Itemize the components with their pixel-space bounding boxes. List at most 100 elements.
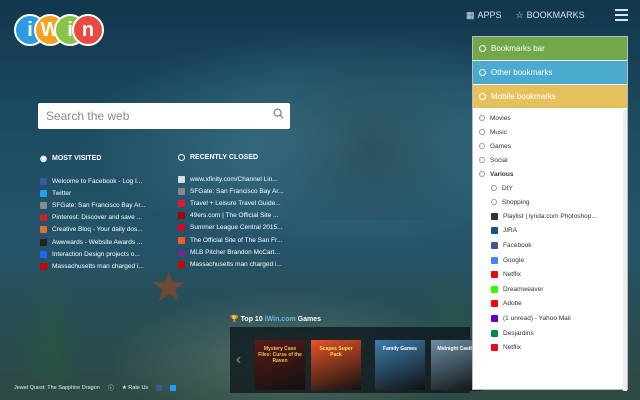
favicon-icon xyxy=(178,212,185,220)
bookmark-link[interactable]: Desjardins xyxy=(473,326,627,341)
folder-circle-icon xyxy=(491,185,497,191)
game-tile[interactable]: Mystery Case Files: Curse of the Raven xyxy=(254,339,306,391)
recently-closed-item[interactable]: Travel + Leisure Travel Guide... xyxy=(178,197,318,209)
link-label: MLB Pitcher Brandon McCart... xyxy=(190,248,280,256)
facebook-icon[interactable] xyxy=(156,384,163,391)
most-visited-item[interactable]: Creative Bloq - Your daily dos... xyxy=(40,224,180,236)
bookmarks-panel: Bookmarks bar Other bookmarks Mobile bookm… xyxy=(472,36,628,391)
bookmark-link[interactable]: Facebook xyxy=(473,238,627,253)
bookmark-label: Adobe xyxy=(503,300,522,308)
search-input[interactable] xyxy=(38,103,258,129)
twitter-icon[interactable] xyxy=(170,384,177,391)
most-visited-item[interactable]: Awwwards - Website Awards ... xyxy=(40,236,180,248)
bookmark-link[interactable]: JIRA xyxy=(473,224,627,239)
bookmark-folder[interactable]: Shopping xyxy=(473,195,627,209)
games-title-brand: iWin.com xyxy=(264,316,296,323)
link-label: Creative Bloq - Your daily dos... xyxy=(52,226,143,234)
folder-circle-icon xyxy=(491,199,497,205)
games-carousel: ‹ Mystery Case Files: Curse of the Raven… xyxy=(230,327,482,393)
bookmark-link[interactable]: Adobe xyxy=(473,297,627,312)
favicon-icon xyxy=(491,300,498,308)
link-label: Twitter xyxy=(52,189,72,197)
bookmark-folder-bar[interactable]: Bookmarks bar xyxy=(473,37,627,61)
games-title-suffix: Games xyxy=(295,316,322,323)
most-visited-item[interactable]: Twitter xyxy=(40,187,180,199)
search-box xyxy=(38,103,290,129)
iwin-logo[interactable]: i W i n xyxy=(14,14,104,48)
info-icon[interactable]: ⓘ xyxy=(108,383,114,392)
bookmark-folder[interactable]: Music xyxy=(473,125,627,139)
favicon-icon xyxy=(491,285,498,293)
recently-closed-title: RECENTLY CLOSED xyxy=(190,154,259,161)
link-label: 49ers.com | The Official Site ... xyxy=(190,212,279,220)
bookmark-folder[interactable]: Social xyxy=(473,153,627,167)
link-label: Summer League Central 2015... xyxy=(190,224,283,232)
apps-label: APPS xyxy=(477,10,502,20)
link-label: SFGate: San Francisco Bay Ar... xyxy=(52,201,146,209)
most-visited-item[interactable]: Interaction Design projects o... xyxy=(40,248,180,260)
game-tile[interactable]: Family Games xyxy=(374,339,426,391)
favicon-icon xyxy=(178,175,185,183)
most-visited-item[interactable]: Welcome to Facebook - Log I... xyxy=(40,175,180,187)
recently-closed-item[interactable]: Massachusetts man charged i... xyxy=(178,258,318,270)
bookmark-link[interactable]: Playlist | lynda.com Photoshop... xyxy=(473,209,627,224)
recently-closed-item[interactable]: MLB Pitcher Brandon McCart... xyxy=(178,246,318,258)
favicon-icon xyxy=(40,201,47,209)
bookmarks-link[interactable]: ☆ BOOKMARKS xyxy=(516,10,585,21)
bookmark-folder[interactable]: Various xyxy=(473,167,627,181)
most-visited-section: ◉ MOST VISITED Welcome to Facebook - Log… xyxy=(40,154,180,273)
bookmark-folder[interactable]: Movies xyxy=(473,111,627,125)
games-title-prefix: Top 10 xyxy=(240,316,265,323)
recently-closed-item[interactable]: SFGate: San Francisco Bay Ar... xyxy=(178,185,318,197)
favicon-icon xyxy=(40,262,47,270)
chevron-left-icon[interactable]: ‹ xyxy=(236,351,241,369)
footer-game-name[interactable]: Jewel Quest: The Sapphire Dragon xyxy=(14,385,100,391)
folder-circle-icon xyxy=(479,171,485,177)
favicon-icon xyxy=(40,238,47,246)
bookmark-folder-label: Bookmarks bar xyxy=(491,44,545,53)
game-tile-title: Mystery Case Files: Curse of the Raven xyxy=(258,346,302,364)
link-label: Welcome to Facebook - Log I... xyxy=(52,177,143,185)
folder-circle-icon xyxy=(479,143,485,149)
most-visited-item[interactable]: SFGate: San Francisco Bay Ar... xyxy=(40,199,180,211)
recently-closed-item[interactable]: The Official Site of The San Fr... xyxy=(178,234,318,246)
folder-circle-icon xyxy=(479,115,485,121)
apps-link[interactable]: ▦ APPS xyxy=(466,10,502,21)
bookmark-link[interactable]: Netflix xyxy=(473,340,627,355)
most-visited-heading: ◉ MOST VISITED xyxy=(40,154,180,163)
favicon-icon xyxy=(491,271,498,279)
bookmark-link[interactable]: (1 unread) - Yahoo Mail xyxy=(473,311,627,326)
bookmark-label: Social xyxy=(490,156,508,164)
favicon-icon xyxy=(178,236,185,244)
rate-us-link[interactable]: ★ Rate Us xyxy=(122,385,148,391)
recently-closed-item[interactable]: 49ers.com | The Official Site ... xyxy=(178,210,318,222)
link-label: SFGate: San Francisco Bay Ar... xyxy=(190,187,284,195)
menu-icon[interactable] xyxy=(615,9,628,24)
folder-circle-icon xyxy=(479,129,485,135)
bookmark-folder[interactable]: Games xyxy=(473,139,627,153)
bookmark-label: DIY xyxy=(502,184,513,192)
favicon-icon xyxy=(40,250,47,258)
expand-circle-icon xyxy=(479,45,486,52)
bookmark-link[interactable]: Dreamweaver xyxy=(473,282,627,297)
favicon-icon xyxy=(491,241,498,249)
search-icon[interactable] xyxy=(273,108,284,119)
bookmark-link[interactable]: Netflix xyxy=(473,267,627,282)
bookmark-folder-bar[interactable]: Mobile bookmarks xyxy=(473,85,627,109)
favicon-icon xyxy=(178,224,185,232)
recently-closed-item[interactable]: Summer League Central 2015... xyxy=(178,222,318,234)
favicon-icon xyxy=(40,214,47,222)
favicon-icon xyxy=(491,227,498,235)
scrollbar[interactable] xyxy=(623,109,627,391)
most-visited-item[interactable]: Massachusetts man charged i... xyxy=(40,260,180,272)
bookmark-folder[interactable]: DIY xyxy=(473,181,627,195)
bookmark-folder-bar[interactable]: Other bookmarks xyxy=(473,61,627,85)
game-tile-title: Scapes Super Pack xyxy=(319,346,353,358)
game-tile[interactable]: Scapes Super Pack xyxy=(310,339,362,391)
link-label: Massachusetts man charged i... xyxy=(52,262,144,270)
bookmark-label: Games xyxy=(490,142,511,150)
recently-closed-item[interactable]: www.xfinity.com/Channel Lin... xyxy=(178,173,318,185)
bookmark-label: (1 unread) - Yahoo Mail xyxy=(503,314,571,322)
bookmark-link[interactable]: Google xyxy=(473,253,627,268)
most-visited-item[interactable]: Pinterest: Discover and save ... xyxy=(40,212,180,224)
